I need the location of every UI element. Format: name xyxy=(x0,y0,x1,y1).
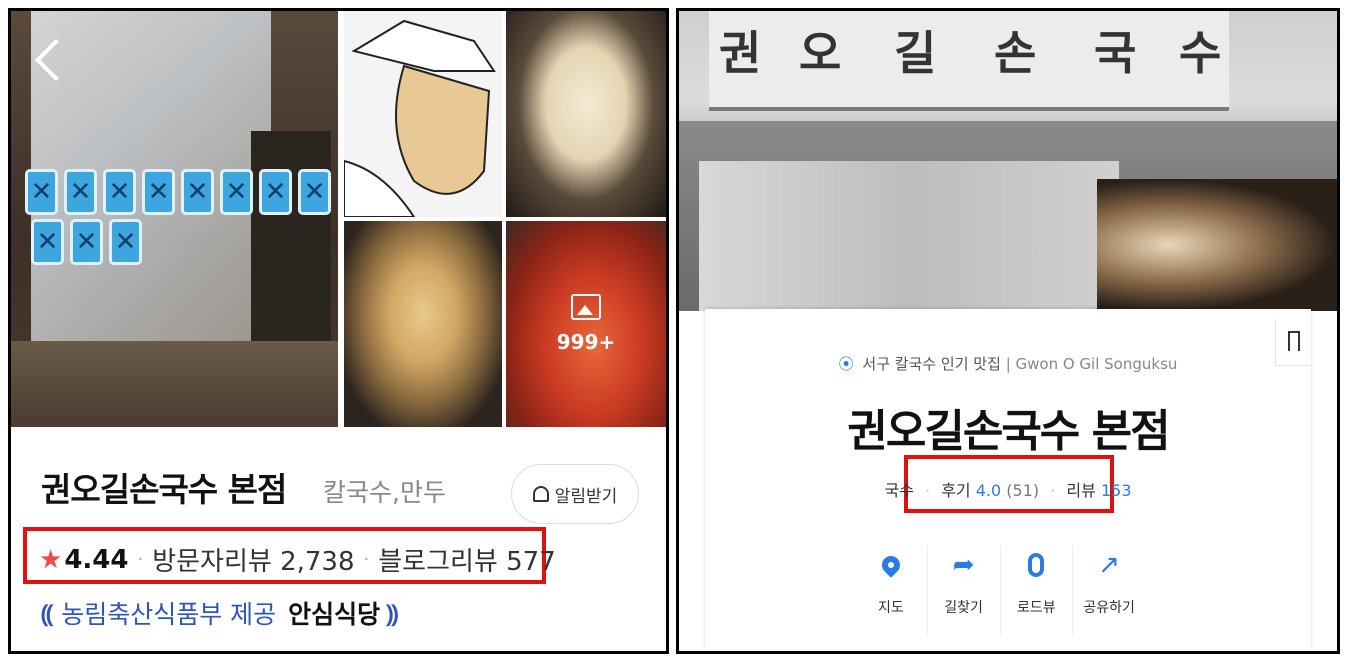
rating-value: 4.44 xyxy=(64,544,129,575)
action-label: 공유하기 xyxy=(1083,600,1135,616)
stat-category: 국수 xyxy=(884,481,914,500)
cert-badge: 안심식당 xyxy=(288,600,381,629)
directions-icon: ➦ xyxy=(952,550,975,580)
photo-icon xyxy=(571,294,601,320)
sign-char: 길 xyxy=(894,26,937,80)
safe-restaurant-cert[interactable]: ⸨ 농림축산식품부 제공 안심식당 ⸩ xyxy=(41,595,398,631)
subtitle-text: 서구 칼국수 인기 맛집 xyxy=(862,355,1001,373)
store-category: 칼국수,만두 xyxy=(323,478,446,507)
laurel-right-icon: ⸩ xyxy=(386,599,399,628)
star-icon: ★ xyxy=(39,544,63,575)
stat-review-count: (51) xyxy=(1006,481,1040,500)
place-stats: 국수 · 후기 4.0 (51) · 리뷰 153 xyxy=(884,481,1132,500)
share-icon: ↗ xyxy=(1098,550,1121,580)
blog-review-count[interactable]: 블로그리뷰 577 xyxy=(378,541,556,578)
action-label: 길찾기 xyxy=(944,600,983,616)
subtitle-en: Gwon O Gil Songuksu xyxy=(1015,355,1178,373)
roadview-icon xyxy=(1028,553,1045,577)
cert-text: 농림축산식품부 제공 xyxy=(61,600,277,629)
sign-char: 수 xyxy=(1179,26,1222,80)
action-map[interactable]: 지도 xyxy=(855,545,928,635)
hot-noodle-photo[interactable] xyxy=(344,221,502,427)
action-label: 로드뷰 xyxy=(1017,600,1056,616)
right-place-card: 권 오 길 손 국 수 ⦿ 서구 칼국수 인기 맛집 | Gwon O Gil … xyxy=(676,8,1340,654)
store-name: 권오길손국수 본점 xyxy=(41,470,287,509)
visitor-review-count[interactable]: 방문자리뷰 2,738 xyxy=(152,541,354,578)
place-subtitle: ⦿ 서구 칼국수 인기 맛집 | Gwon O Gil Songuksu xyxy=(838,355,1178,373)
stat-review2-count[interactable]: 153 xyxy=(1101,481,1132,500)
laurel-left-icon: ⸨ xyxy=(41,599,54,628)
location-icon: ⦿ xyxy=(838,355,854,373)
sign-char: 국 xyxy=(1094,26,1137,80)
stat-review-score[interactable]: 4.0 xyxy=(976,481,1001,500)
photo-gallery: ✕ ✕ ✕ ✕ ✕ ✕ ✕ ✕ ✕ ✕ ✕ 999+ xyxy=(11,11,666,427)
action-bar: 지도 ➦ 길찾기 로드뷰 ↗ 공유하기 xyxy=(855,545,1145,635)
action-directions[interactable]: ➦ 길찾기 xyxy=(928,545,1001,635)
action-share[interactable]: ↗ 공유하기 xyxy=(1073,545,1145,635)
stat-review-label[interactable]: 후기 xyxy=(941,481,970,500)
map-pin-icon xyxy=(878,552,904,578)
photo-more-count[interactable]: 999+ xyxy=(557,330,616,354)
sign-char: 오 xyxy=(799,26,842,80)
alarm-button-label: 알림받기 xyxy=(554,486,618,507)
place-info-card: ⦿ 서구 칼국수 인기 맛집 | Gwon O Gil Songuksu 권오길… xyxy=(705,309,1312,651)
kimchi-photo[interactable]: 999+ xyxy=(506,221,666,427)
bookmark-icon xyxy=(1288,331,1300,357)
store-sign: 권 오 길 손 국 수 xyxy=(709,11,1229,111)
noodle-soup-photo[interactable] xyxy=(506,11,666,217)
bell-icon xyxy=(532,486,549,502)
storefront-header-photo[interactable]: 권 오 길 손 국 수 xyxy=(679,11,1337,311)
stat-review2-label[interactable]: 리뷰 xyxy=(1066,481,1095,500)
alarm-button[interactable]: 알림받기 xyxy=(511,464,639,524)
sign-char: 권 xyxy=(719,26,762,80)
sign-char: 손 xyxy=(994,26,1037,80)
caricature-photo[interactable] xyxy=(344,11,502,217)
store-name: 권오길손국수 본점 xyxy=(847,406,1170,457)
review-stats: ★ 4.44 · 방문자리뷰 2,738 · 블로그리뷰 577 xyxy=(39,541,556,578)
action-label: 지도 xyxy=(877,600,904,616)
left-place-card: ✕ ✕ ✕ ✕ ✕ ✕ ✕ ✕ ✕ ✕ ✕ 999+ 권오길손국수 본점 칼국수… xyxy=(8,8,669,654)
action-roadview[interactable]: 로드뷰 xyxy=(1001,545,1074,635)
storefront-photo[interactable]: ✕ ✕ ✕ ✕ ✕ ✕ ✕ ✕ ✕ ✕ ✕ xyxy=(11,11,338,427)
